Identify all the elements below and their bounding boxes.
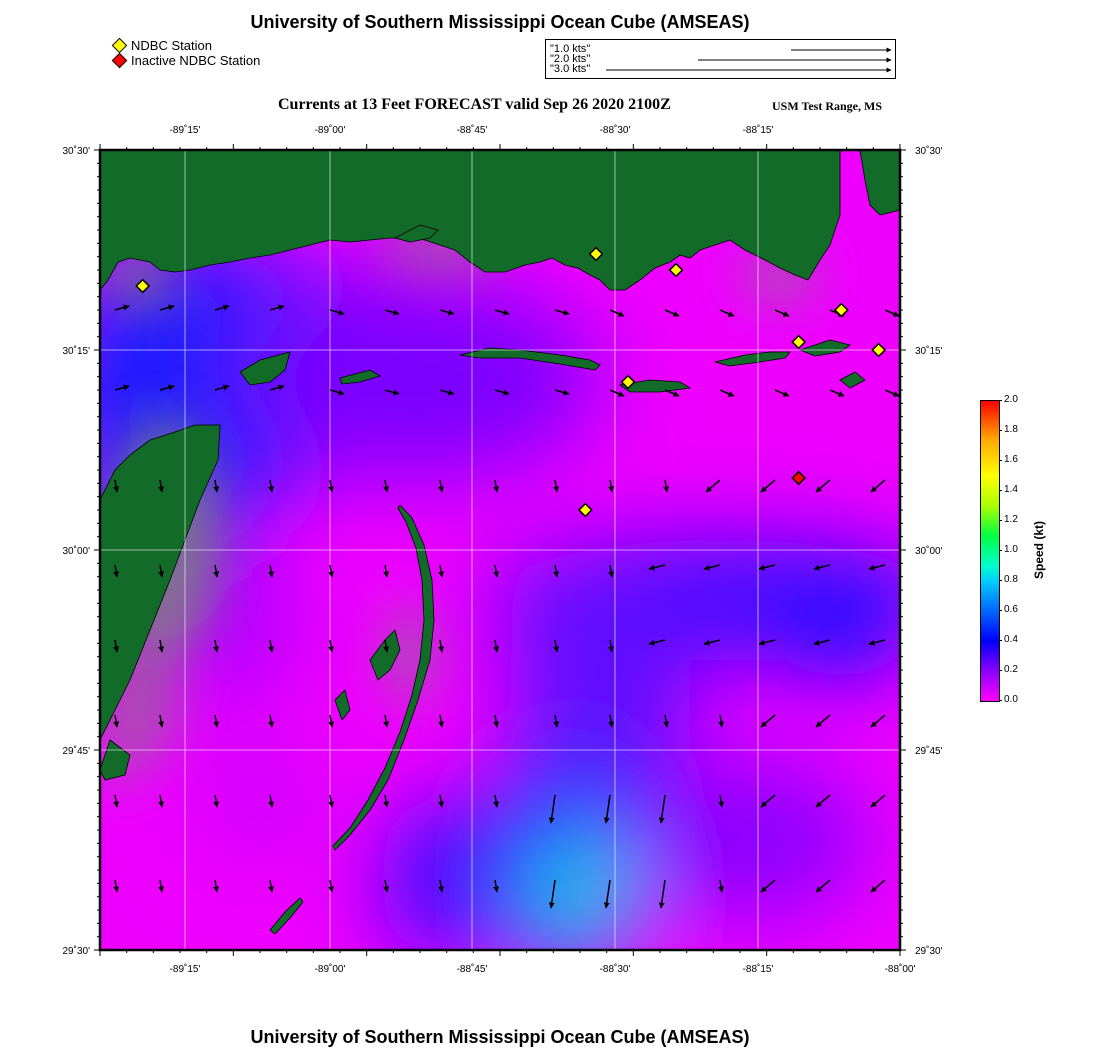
x-tick-top: -89˚00': [315, 124, 346, 136]
legend-active-station: NDBC Station: [111, 37, 212, 54]
colorbar-tick-mark: [999, 490, 1002, 491]
colorbar-tick-mark: [999, 700, 1002, 701]
colorbar-tick-label: 1.8: [1004, 424, 1018, 435]
x-tick-bottom: -88˚15': [743, 963, 774, 975]
colorbar-tick-mark: [999, 610, 1002, 611]
colorbar-tick-mark: [999, 670, 1002, 671]
colorbar-tick-mark: [999, 460, 1002, 461]
x-axis-top: -89˚15' -89˚00' -88˚45' -88˚30' -88˚15': [170, 124, 774, 136]
colorbar-tick-mark: [999, 640, 1002, 641]
x-tick-top: -88˚30': [600, 124, 631, 136]
x-axis-bottom: -89˚15' -89˚00' -88˚45' -88˚30' -88˚15' …: [170, 963, 916, 975]
y-tick-left: 29˚45': [63, 745, 91, 757]
colorbar-tick-label: 1.0: [1004, 544, 1018, 555]
map-figure: -89˚15' -89˚00' -88˚45' -88˚30' -88˚15' …: [63, 124, 943, 975]
y-tick-left: 30˚00': [63, 545, 91, 557]
colorbar-tick-label: 1.2: [1004, 514, 1018, 525]
y-axis-right: 30˚30' 30˚15' 30˚00' 29˚45' 29˚30': [915, 145, 943, 957]
y-axis-left: 30˚30' 30˚15' 30˚00' 29˚45' 29˚30': [63, 145, 91, 957]
colorbar-label: Speed (kt): [1032, 520, 1047, 580]
y-tick-right: 29˚45': [915, 745, 943, 757]
colorbar-tick-label: 0.2: [1004, 664, 1018, 675]
colorbar-tick-mark: [999, 550, 1002, 551]
x-tick-bottom: -88˚00': [885, 963, 916, 975]
colorbar-tick-label: 0.8: [1004, 574, 1018, 585]
y-tick-left: 29˚30': [63, 945, 91, 957]
legend-inactive-label: Inactive NDBC Station: [131, 53, 261, 68]
y-tick-right: 30˚00': [915, 545, 943, 557]
x-tick-bottom: -89˚15': [170, 963, 201, 975]
x-tick-top: -88˚45': [457, 124, 488, 136]
colorbar-tick-label: 0.6: [1004, 604, 1018, 615]
y-tick-right: 29˚30': [915, 945, 943, 957]
legend-active-label: NDBC Station: [131, 38, 212, 53]
x-tick-bottom: -88˚45': [457, 963, 488, 975]
x-tick-top: -88˚15': [743, 124, 774, 136]
y-tick-left: 30˚30': [63, 145, 91, 157]
x-tick-top: -89˚15': [170, 124, 201, 136]
figure-title: University of Southern Mississippi Ocean…: [250, 12, 750, 32]
colorbar-tick-mark: [999, 400, 1002, 401]
forecast-subtitle: Currents at 13 Feet FORECAST valid Sep 2…: [278, 96, 671, 113]
x-tick-bottom: -89˚00': [315, 963, 346, 975]
speed-colorbar: [980, 400, 1000, 702]
yellow-diamond-icon: [111, 37, 128, 54]
region-label: USM Test Range, MS: [772, 99, 883, 113]
legend-inactive-station: Inactive NDBC Station: [111, 52, 261, 69]
x-tick-bottom: -88˚30': [600, 963, 631, 975]
vector-key-arrows: [606, 47, 892, 73]
colorbar-tick-label: 0.4: [1004, 634, 1018, 645]
colorbar-tick-label: 0.0: [1004, 694, 1018, 705]
y-tick-right: 30˚15': [915, 345, 943, 357]
colorbar-tick-label: 1.6: [1004, 454, 1018, 465]
colorbar-tick-label: 1.4: [1004, 484, 1018, 495]
colorbar-tick-label: 2.0: [1004, 394, 1018, 405]
vector-scale-key: "1.0 kts" "2.0 kts" "3.0 kts": [545, 39, 896, 79]
y-tick-right: 30˚30': [915, 145, 943, 157]
map-area: [100, 150, 900, 950]
colorbar-tick-mark: [999, 520, 1002, 521]
figure-footer-title: University of Southern Mississippi Ocean…: [250, 1027, 750, 1047]
y-tick-left: 30˚15': [63, 345, 91, 357]
red-diamond-icon: [111, 52, 128, 69]
colorbar-tick-mark: [999, 430, 1002, 431]
colorbar-tick-mark: [999, 580, 1002, 581]
